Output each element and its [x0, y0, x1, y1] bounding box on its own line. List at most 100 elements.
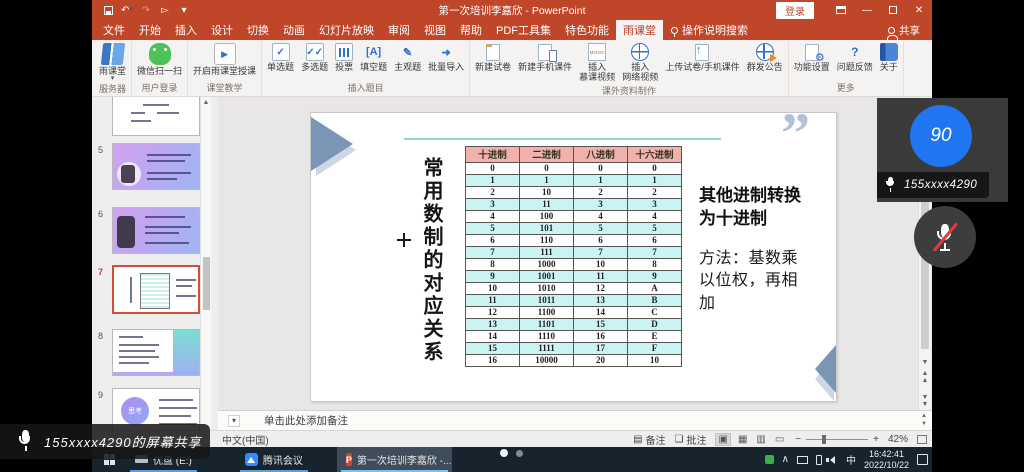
slide-right-text[interactable]: 其他进制转换 为十进制 方法：基数乘 以位权，再相 加 — [699, 185, 833, 315]
notes-pane[interactable]: ▾ 单击此处添加备注 ▲▼ — [218, 410, 932, 430]
reading-view-icon[interactable]: ▥ — [754, 434, 767, 445]
restore-button[interactable] — [880, 0, 906, 20]
zoom-slider[interactable] — [806, 439, 868, 440]
ime-indicator[interactable]: 中 — [846, 452, 856, 467]
settings-button[interactable]: 功能设置 — [794, 43, 830, 72]
scroll-up-icon[interactable]: ▲ — [201, 99, 211, 106]
slide-thumbnail-8[interactable] — [112, 329, 200, 376]
single-choice-button[interactable]: ✓ 单选题 — [267, 43, 294, 72]
tab-开始[interactable]: 开始 — [132, 20, 168, 40]
announcement-button[interactable]: 群发公告 — [747, 43, 783, 72]
feedback-button[interactable]: ? 问题反馈 — [837, 43, 873, 72]
insert-web-video-button[interactable]: 插入 网络视频 — [622, 43, 658, 83]
thumbnail-circle-text: 思考 — [121, 397, 149, 425]
start-class-button[interactable]: ▶ 开启雨课堂授课 — [193, 43, 256, 76]
ribbon-display-options-icon[interactable] — [828, 0, 854, 20]
scrollbar-thumb[interactable] — [203, 257, 210, 310]
tab-动画[interactable]: 动画 — [276, 20, 312, 40]
fill-blank-button[interactable]: [A] 填空题 — [360, 43, 387, 72]
tab-视图[interactable]: 视图 — [417, 20, 453, 40]
table-cell: 1 — [574, 174, 628, 186]
table-cell: 111 — [520, 246, 574, 258]
tab-审阅[interactable]: 审阅 — [381, 20, 417, 40]
tab-幻灯片放映[interactable]: 幻灯片放映 — [312, 20, 381, 40]
new-mobile-courseware-button[interactable]: 新建手机课件 — [518, 43, 572, 72]
notes-placeholder[interactable]: 单击此处添加备注 — [264, 413, 348, 428]
tray-app-icon[interactable] — [765, 455, 774, 464]
table-cell: D — [628, 318, 682, 330]
table-cell: 8 — [466, 258, 520, 270]
undo-icon[interactable]: ↶▾ — [121, 4, 133, 16]
tell-me-search[interactable]: 操作说明搜索 — [663, 20, 756, 40]
table-cell: 12 — [574, 282, 628, 294]
about-button[interactable]: 关于 — [880, 43, 898, 72]
slide-thumbnail-6[interactable] — [112, 207, 200, 254]
close-button[interactable]: ✕ — [906, 0, 932, 20]
tab-切换[interactable]: 切换 — [240, 20, 276, 40]
subjective-button[interactable]: ✎ 主观题 — [394, 43, 421, 72]
speaker-icon[interactable] — [830, 456, 835, 464]
minimize-button[interactable]: — — [854, 0, 880, 20]
upload-paper-button[interactable]: 上传试卷/手机课件 — [665, 43, 740, 72]
zoom-slider-handle[interactable] — [822, 435, 826, 444]
language-indicator[interactable]: 中文(中国) — [222, 432, 269, 447]
slide-canvas[interactable]: ” 常用数制的对应关系 十进制二进制八进制十六进制000011112102231… — [218, 97, 932, 410]
tab-雨课堂[interactable]: 雨课堂 — [616, 20, 663, 40]
slide-thumbnail-4[interactable] — [112, 97, 200, 136]
slide[interactable]: ” 常用数制的对应关系 十进制二进制八进制十六进制000011112102231… — [310, 112, 837, 402]
vote-button[interactable]: 投票 — [335, 43, 353, 72]
ribbon-group-server: 雨课堂 ▾ 服务器 — [94, 41, 132, 96]
zoom-in-icon[interactable]: + — [873, 434, 879, 445]
display-icon[interactable] — [797, 456, 808, 464]
notes-collapse-icon[interactable]: ▾ — [228, 415, 240, 427]
previous-slide-icon[interactable]: ▲▲ — [919, 370, 931, 384]
taskbar-item-powerpoint[interactable]: P 第一次培训李嘉欣 -... — [337, 447, 452, 472]
mute-toggle-button[interactable] — [914, 206, 976, 268]
clock[interactable]: 16:42:41 2022/10/22 — [864, 449, 909, 471]
fit-slide-icon[interactable] — [917, 435, 927, 444]
slideshow-view-icon[interactable]: ▭ — [773, 434, 786, 445]
participant-name-label: 155xxxx4290 — [877, 172, 989, 198]
tab-设计[interactable]: 设计 — [204, 20, 240, 40]
tab-特色功能[interactable]: 特色功能 — [558, 20, 616, 40]
zoom-out-icon[interactable]: − — [795, 434, 801, 445]
table-cell: E — [628, 330, 682, 342]
table-cell: 5 — [628, 222, 682, 234]
batch-import-button[interactable]: ➜ 批量导入 — [428, 43, 464, 72]
comments-toggle[interactable]: ❏批注 — [675, 432, 707, 447]
taskbar-item-meeting[interactable]: 腾讯会议 — [236, 447, 312, 472]
multi-choice-button[interactable]: ✓✓ 多选题 — [301, 43, 328, 72]
zoom-control: − + — [795, 434, 879, 445]
slide-sorter-view-icon[interactable]: ▦ — [736, 434, 749, 445]
triangle-decoration — [311, 117, 353, 171]
scroll-down-icon[interactable]: ▼ — [919, 359, 931, 366]
normal-view-icon[interactable]: ▣ — [715, 433, 730, 446]
slide-thumbnail-7[interactable] — [112, 265, 200, 314]
phone-icon[interactable] — [816, 455, 822, 465]
new-paper-button[interactable]: 新建试卷 — [475, 43, 511, 72]
action-center-icon[interactable] — [917, 454, 928, 465]
slide-vertical-title[interactable]: 常用数制的对应关系 — [417, 157, 446, 367]
notes-toggle[interactable]: ▤备注 — [633, 432, 665, 447]
zoom-level[interactable]: 42% — [888, 434, 908, 445]
qat-customize-icon[interactable]: ▾ — [178, 4, 190, 16]
insert-mooc-video-button[interactable]: MOOC 插入 慕课视频 — [579, 43, 615, 83]
share-button[interactable]: 共享 — [888, 20, 932, 40]
thumbnail-scrollbar[interactable]: ▲ — [200, 97, 211, 430]
gear-icon — [805, 44, 819, 61]
slide-thumbnail-5[interactable] — [112, 143, 200, 190]
login-button[interactable]: 登录 — [776, 2, 814, 19]
tab-帮助[interactable]: 帮助 — [453, 20, 489, 40]
save-icon[interactable] — [102, 4, 114, 16]
notes-scroll-icons[interactable]: ▲▼ — [918, 412, 930, 428]
wechat-scan-button[interactable]: 微信扫一扫 — [137, 43, 182, 76]
hidden-icons-chevron[interactable]: ∧ — [782, 454, 789, 465]
tab-文件[interactable]: 文件 — [96, 20, 132, 40]
next-slide-icon[interactable]: ▼▼ — [919, 394, 931, 408]
start-slideshow-icon[interactable]: ▻ — [159, 4, 171, 16]
rain-classroom-button[interactable]: 雨课堂 ▾ — [99, 43, 126, 81]
tab-PDF工具集[interactable]: PDF工具集 — [489, 20, 558, 40]
tab-插入[interactable]: 插入 — [168, 20, 204, 40]
conversion-table[interactable]: 十进制二进制八进制十六进制000011112102231133410044510… — [465, 146, 682, 367]
table-cell: 1011 — [520, 294, 574, 306]
